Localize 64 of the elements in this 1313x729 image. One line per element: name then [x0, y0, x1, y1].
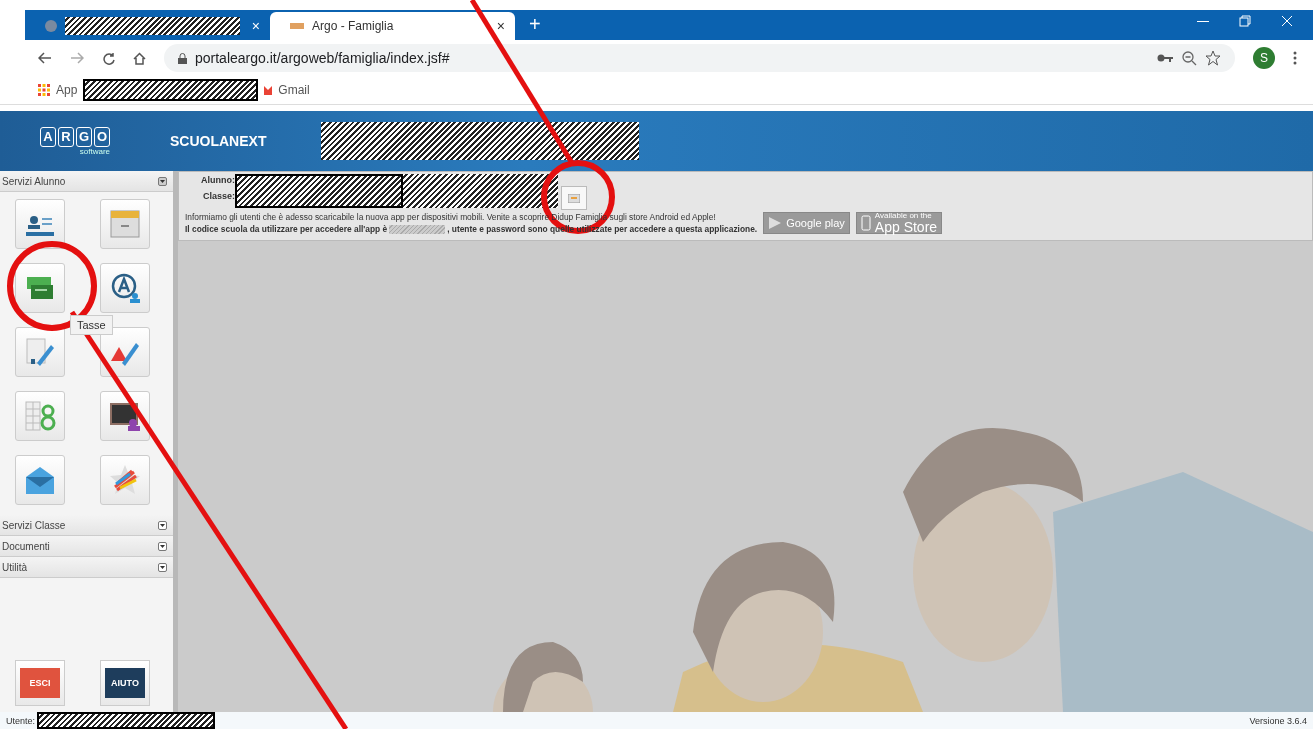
- profile-avatar[interactable]: S: [1253, 47, 1275, 69]
- browser-tab[interactable]: Argo - Famiglia ×: [270, 12, 515, 40]
- section-title: Servizi Alunno: [2, 175, 66, 187]
- tooltip: Tasse: [70, 315, 113, 335]
- url-text: portaleargo.it/argoweb/famiglia/index.jsf#: [195, 50, 450, 66]
- service-tile[interactable]: [100, 327, 150, 377]
- tab-title: Argo - Famiglia: [312, 19, 394, 33]
- info-text: Il codice scuola da utilizzare per accedere all'app è: [185, 224, 388, 234]
- menu-icon[interactable]: [1293, 51, 1297, 65]
- section-title: Documenti: [2, 540, 50, 552]
- key-icon[interactable]: [1157, 53, 1173, 63]
- product-name: SCUOLANEXT: [170, 133, 267, 149]
- favicon-icon: [290, 23, 304, 29]
- collapse-icon[interactable]: [158, 520, 167, 530]
- star-icon[interactable]: [1205, 50, 1221, 66]
- drawer-icon: [108, 207, 142, 241]
- restore-icon[interactable]: [1239, 15, 1251, 27]
- mail-logo-icon: [264, 85, 273, 95]
- register-grid-icon: [23, 399, 57, 433]
- play-icon: [768, 216, 783, 230]
- section-title: Utilità: [2, 561, 27, 573]
- service-tile[interactable]: [100, 391, 150, 441]
- service-tile[interactable]: [15, 327, 65, 377]
- service-tile[interactable]: [15, 391, 65, 441]
- collapse-icon[interactable]: [158, 541, 167, 551]
- action-button[interactable]: ESCI: [15, 660, 65, 706]
- back-arrow-icon[interactable]: [38, 52, 52, 64]
- collapse-icon[interactable]: [158, 562, 167, 572]
- new-tab-button[interactable]: +: [515, 13, 555, 40]
- service-tile[interactable]: [100, 199, 150, 249]
- service-tile[interactable]: [100, 455, 150, 505]
- bookmark-link[interactable]: App: [56, 83, 78, 97]
- close-icon[interactable]: ×: [496, 18, 505, 34]
- collapse-icon[interactable]: [158, 176, 167, 186]
- lock-icon: [178, 52, 187, 64]
- action-button[interactable]: AIUTO: [100, 660, 150, 706]
- close-icon[interactable]: ×: [251, 18, 260, 34]
- user-label: Utente:: [6, 715, 36, 726]
- service-tile[interactable]: [100, 263, 150, 313]
- globe-icon: [45, 20, 57, 32]
- version-text: Versione 3.6.4: [1249, 715, 1307, 726]
- phone-icon: [860, 215, 871, 231]
- logo-subtitle: software: [79, 146, 110, 156]
- home-icon[interactable]: [133, 51, 146, 65]
- logo-letter: G: [76, 126, 92, 147]
- bookmark-link[interactable]: Gmail: [278, 83, 310, 97]
- logo-letter: O: [94, 126, 110, 147]
- section-title: Servizi Classe: [2, 519, 66, 531]
- close-icon[interactable]: [1281, 15, 1293, 27]
- printer-icon: [568, 193, 580, 203]
- browser-tab[interactable]: ×: [25, 12, 270, 40]
- field-label: Classe:: [202, 191, 235, 201]
- service-tile[interactable]: [15, 263, 65, 313]
- apps-grid-icon[interactable]: [38, 84, 50, 96]
- colored-star-icon: [108, 463, 142, 497]
- logo-letter: R: [58, 126, 74, 147]
- reload-icon[interactable]: [102, 51, 115, 65]
- address-bar[interactable]: portaleargo.it/argoweb/famiglia/index.jsf#: [164, 44, 1235, 72]
- zoom-out-icon[interactable]: [1181, 50, 1197, 66]
- service-tile[interactable]: [15, 455, 65, 505]
- field-label: Alunno:: [201, 175, 235, 185]
- redacted-block: [389, 224, 446, 234]
- service-tile[interactable]: [15, 199, 65, 249]
- logo-letter: A: [40, 126, 56, 147]
